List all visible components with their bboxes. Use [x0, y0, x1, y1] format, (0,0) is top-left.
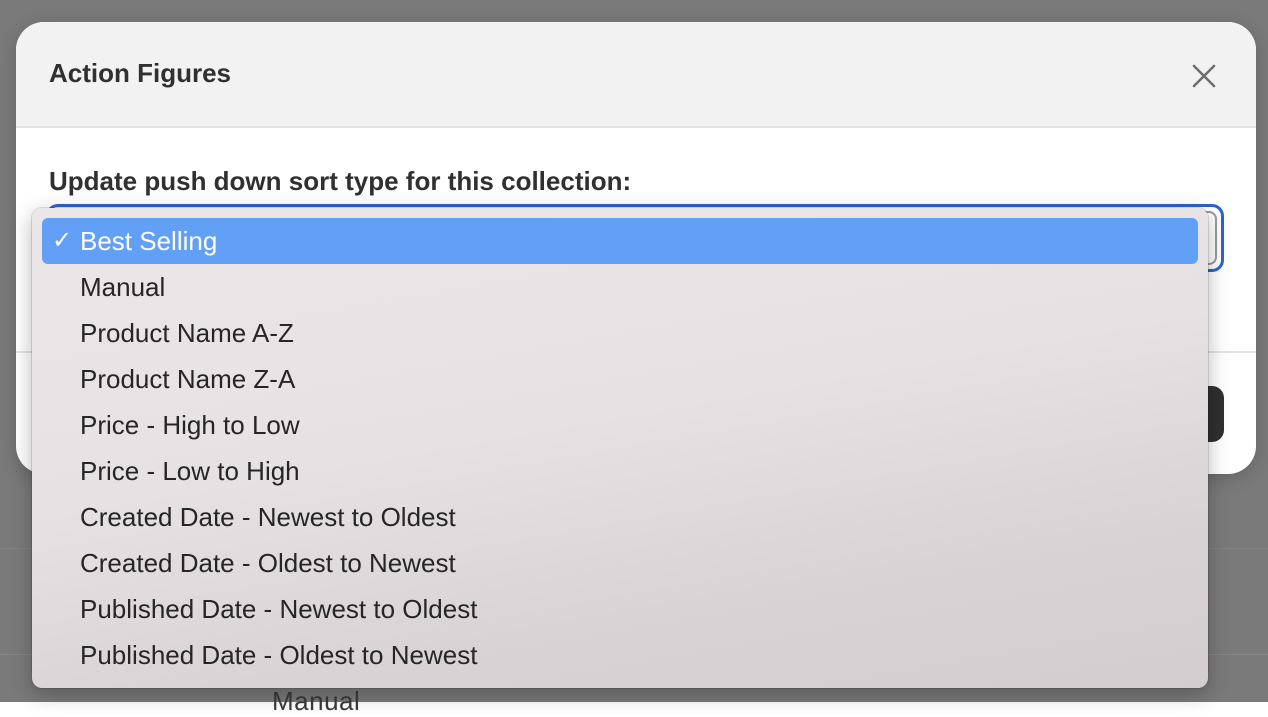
sort-type-label: Update push down sort type for this coll… — [49, 166, 632, 196]
dropdown-option-label: Price - High to Low — [80, 410, 300, 440]
dropdown-option-label: Published Date - Oldest to Newest — [80, 640, 478, 670]
dropdown-option[interactable]: Price - Low to High — [32, 448, 1208, 494]
dropdown-option-label: Created Date - Newest to Oldest — [80, 502, 456, 532]
checkmark-icon: ✓ — [52, 227, 73, 254]
dropdown-options: ✓ Best Selling Manual Product Name A-Z Produ… — [32, 218, 1208, 678]
dropdown-option[interactable]: Manual — [32, 264, 1208, 310]
dropdown-option-label: Created Date - Oldest to Newest — [80, 548, 456, 578]
dropdown-option[interactable]: Price - High to Low — [32, 402, 1208, 448]
sort-type-dropdown: ✓ Best Selling Manual Product Name A-Z Produ… — [32, 208, 1208, 688]
dropdown-option-label: Published Date - Newest to Oldest — [80, 594, 478, 624]
dropdown-option-label: Manual — [80, 272, 166, 302]
modal-header: Action Figures — [16, 22, 1256, 128]
dropdown-option-label: Product Name A-Z — [80, 318, 294, 348]
dropdown-option[interactable]: Created Date - Newest to Oldest — [32, 494, 1208, 540]
dropdown-option[interactable]: ✓ Best Selling — [42, 218, 1198, 264]
dropdown-option-label: Best Selling — [80, 226, 218, 256]
close-button[interactable] — [1186, 58, 1222, 94]
dropdown-option-label: Product Name Z-A — [80, 364, 296, 394]
close-icon — [1192, 64, 1216, 88]
dropdown-option[interactable]: Published Date - Oldest to Newest — [32, 632, 1208, 678]
dropdown-option[interactable]: Created Date - Oldest to Newest — [32, 540, 1208, 586]
dropdown-option[interactable]: Published Date - Newest to Oldest — [32, 586, 1208, 632]
dropdown-option-label: Price - Low to High — [80, 456, 300, 486]
dropdown-option[interactable]: Product Name Z-A — [32, 356, 1208, 402]
dropdown-option[interactable]: Product Name A-Z — [32, 310, 1208, 356]
modal-title: Action Figures — [49, 58, 232, 88]
